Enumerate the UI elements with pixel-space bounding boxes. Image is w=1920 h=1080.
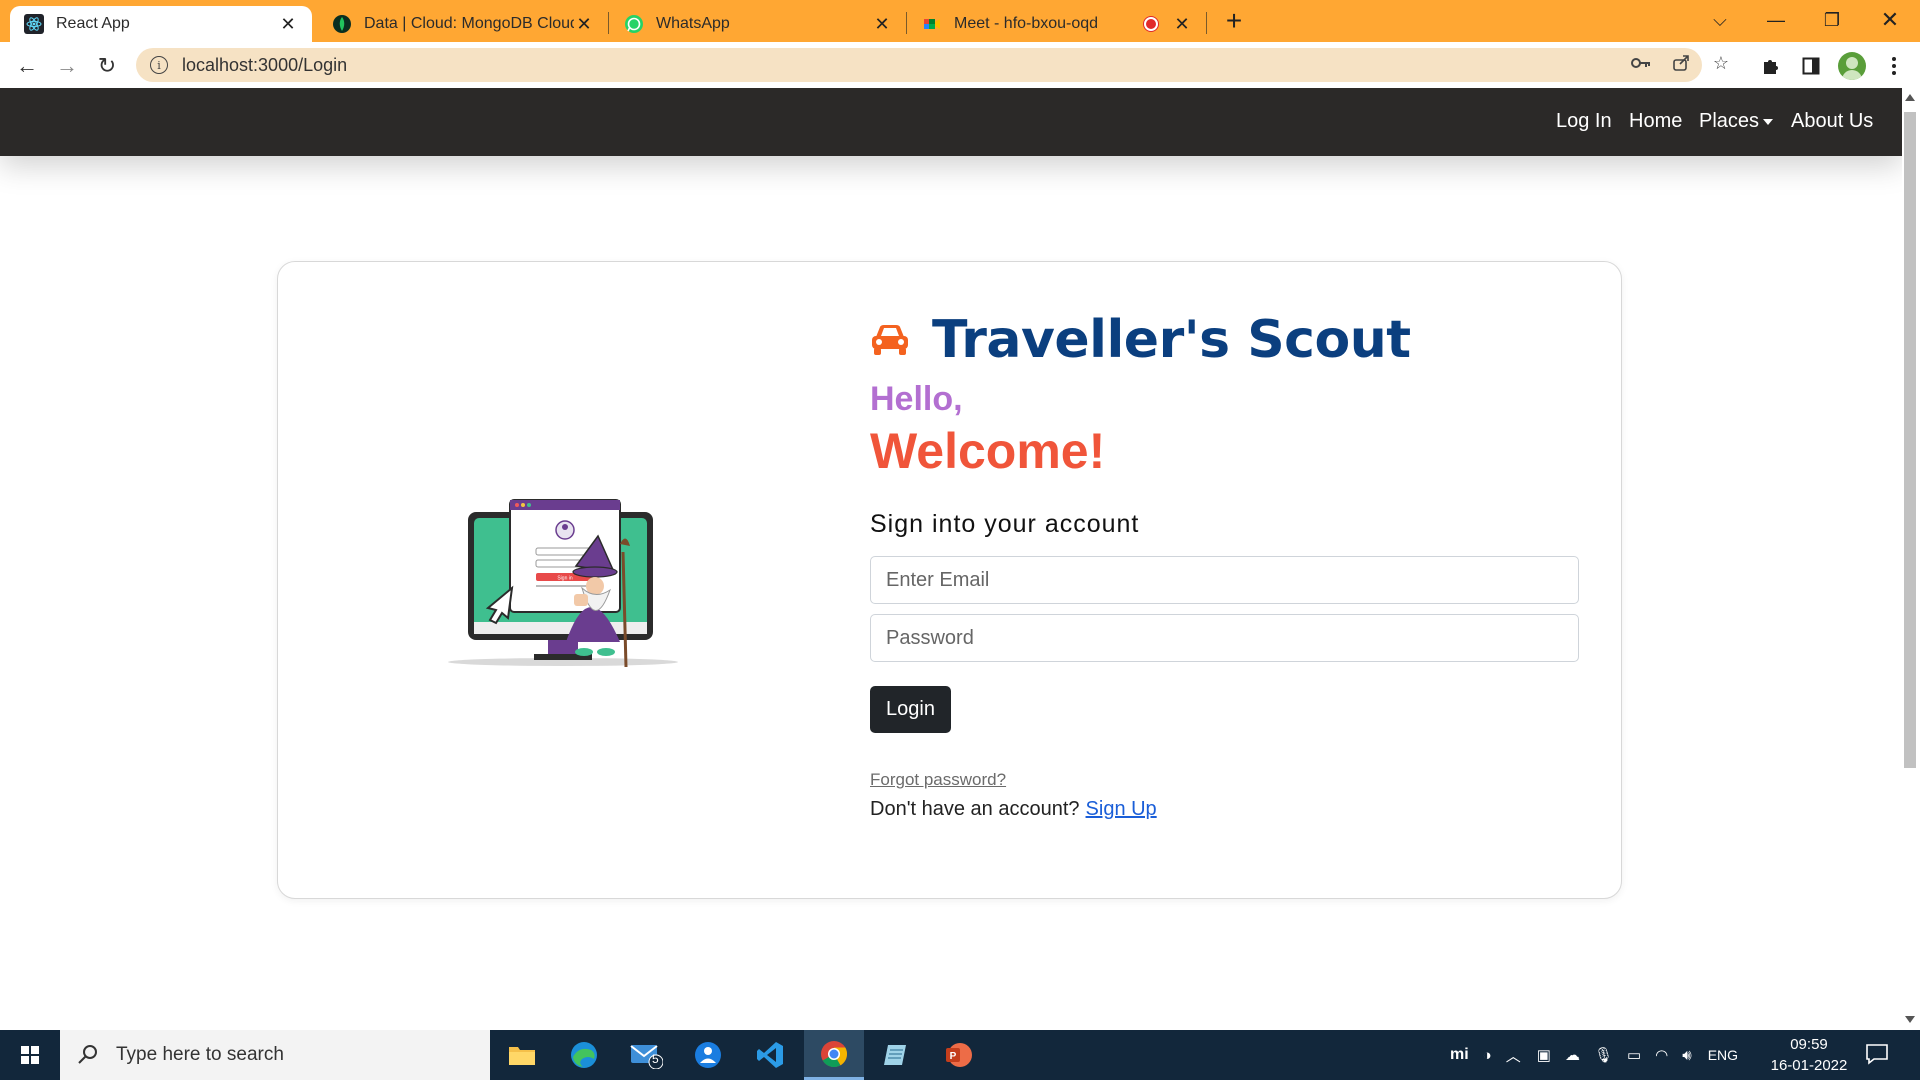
notification-center-icon[interactable] xyxy=(1864,1042,1890,1066)
clock-time: 09:59 xyxy=(1790,1036,1828,1053)
side-panel-icon[interactable] xyxy=(1796,52,1826,80)
welcome-heading: Welcome! xyxy=(870,423,1106,479)
login-card: Sign in Traveller's Scout Hello, Welcome… xyxy=(277,261,1622,899)
edge-browser-icon[interactable] xyxy=(554,1030,614,1080)
volume-icon[interactable]: 🔊︎ xyxy=(1682,1047,1691,1064)
nav-places-label: Places xyxy=(1699,110,1760,132)
battery-icon[interactable]: ▭ xyxy=(1627,1046,1641,1064)
tab-separator xyxy=(608,12,609,34)
no-account-text: Don't have an account? Sign Up xyxy=(870,798,1157,821)
recording-icon xyxy=(1144,17,1158,31)
login-illustration: Sign in xyxy=(448,499,678,667)
mi-icon[interactable]: mi xyxy=(1450,1046,1469,1064)
close-tab-icon[interactable]: ✕ xyxy=(872,14,892,34)
tab-mongodb[interactable]: Data | Cloud: MongoDB Cloud ✕ xyxy=(318,6,608,42)
tab-title: Data | Cloud: MongoDB Cloud xyxy=(364,15,574,32)
notepad-icon[interactable] xyxy=(866,1030,926,1080)
nav-places-dropdown[interactable]: Places xyxy=(1699,110,1774,133)
nav-home-link[interactable]: Home xyxy=(1629,110,1682,133)
onedrive-icon[interactable]: ☁ xyxy=(1565,1046,1580,1064)
signup-link[interactable]: Sign Up xyxy=(1086,798,1157,820)
brand-name: Traveller's Scout xyxy=(932,310,1411,370)
brand-heading: Traveller's Scout xyxy=(870,310,1411,370)
show-hidden-icons-chevron-icon[interactable]: ︿ xyxy=(1506,1045,1521,1066)
forgot-password-link[interactable]: Forgot password? xyxy=(870,770,1006,790)
login-button[interactable]: Login xyxy=(870,686,951,733)
tab-title: Meet - hfo-bxou-oqd xyxy=(954,15,1099,32)
profile-avatar[interactable] xyxy=(1838,52,1866,80)
mongodb-icon xyxy=(332,14,352,34)
site-info-icon[interactable]: i xyxy=(150,56,168,74)
app-navbar: Log In Home Places About Us xyxy=(0,88,1902,156)
search-icon xyxy=(78,1045,97,1064)
scroll-up-arrow-icon[interactable] xyxy=(1905,94,1915,101)
taskbar-search-box[interactable]: Type here to search xyxy=(60,1030,490,1080)
clock-date: 16-01-2022 xyxy=(1770,1057,1848,1074)
hello-greeting: Hello, xyxy=(870,380,963,418)
powerpoint-icon[interactable]: P xyxy=(928,1030,988,1080)
google-meet-icon xyxy=(922,14,942,34)
address-bar[interactable]: i localhost:3000/Login xyxy=(136,48,1702,82)
no-account-label: Don't have an account? xyxy=(870,798,1080,820)
url-text: localhost:3000/Login xyxy=(182,54,348,75)
system-tray: mi ◑ ︿ ▣ ☁ 🎙︎ ▭ ◠ 🔊︎ ENG xyxy=(1450,1030,1738,1080)
caret-down-icon xyxy=(1763,118,1774,125)
tab-separator xyxy=(1206,12,1207,34)
close-window-button[interactable]: ✕ xyxy=(1862,0,1918,40)
scroll-down-arrow-icon[interactable] xyxy=(1905,1016,1915,1023)
car-icon xyxy=(872,325,908,355)
taskbar-clock[interactable]: 09:59 16-01-2022 xyxy=(1764,1034,1854,1076)
email-input[interactable] xyxy=(870,556,1579,604)
illustration-signin-text: Sign in xyxy=(557,576,573,582)
meet-now-icon[interactable]: ▣ xyxy=(1537,1046,1551,1064)
scrollbar-thumb[interactable] xyxy=(1904,112,1916,768)
browser-toolbar: ← → ↻ i localhost:3000/Login ☆ xyxy=(0,42,1920,88)
browser-menu-icon[interactable] xyxy=(1884,52,1904,80)
restore-button[interactable]: ❐ xyxy=(1804,0,1860,40)
tab-separator xyxy=(906,12,907,34)
windows-start-icon[interactable] xyxy=(12,1042,48,1068)
forward-arrow-icon[interactable]: → xyxy=(52,51,82,81)
search-placeholder: Type here to search xyxy=(116,1044,284,1065)
tab-meet[interactable]: Meet - hfo-bxou-oqd ✕ xyxy=(908,6,1206,42)
browser-tabstrip: React App ✕ Data | Cloud: MongoDB Cloud … xyxy=(0,0,1920,42)
back-arrow-icon[interactable]: ← xyxy=(12,51,42,81)
minimize-button[interactable]: — xyxy=(1748,0,1804,40)
store-icon[interactable] xyxy=(678,1030,738,1080)
close-tab-icon[interactable]: ✕ xyxy=(1172,14,1192,34)
file-explorer-icon[interactable] xyxy=(492,1030,552,1080)
tab-react-app[interactable]: React App ✕ xyxy=(10,6,312,42)
nav-login-link[interactable]: Log In xyxy=(1556,110,1612,133)
chrome-icon[interactable] xyxy=(804,1030,864,1080)
tab-whatsapp[interactable]: WhatsApp ✕ xyxy=(610,6,906,42)
share-icon[interactable] xyxy=(1668,50,1694,76)
react-icon xyxy=(24,14,44,34)
reload-icon[interactable]: ↻ xyxy=(92,51,122,81)
mail-badge: 5 xyxy=(652,1052,659,1066)
wifi-icon[interactable]: ◠ xyxy=(1655,1046,1668,1064)
tab-title: React App xyxy=(56,15,130,32)
page-viewport: Log In Home Places About Us Sign in Trav… xyxy=(0,88,1902,1030)
key-icon[interactable] xyxy=(1628,50,1654,76)
microphone-icon[interactable]: 🎙︎ xyxy=(1594,1046,1613,1064)
bookmark-star-icon[interactable]: ☆ xyxy=(1708,50,1734,76)
password-input[interactable] xyxy=(870,614,1579,662)
tab-search-chevron-icon[interactable]: ⌵ xyxy=(1692,0,1748,40)
close-tab-icon[interactable]: ✕ xyxy=(278,14,298,34)
vscode-icon[interactable] xyxy=(740,1030,800,1080)
windows-taskbar: Type here to search 5 P mi ◑ ︿ ▣ ☁ 🎙︎ ▭ … xyxy=(0,1030,1920,1080)
language-indicator[interactable]: ENG xyxy=(1708,1047,1738,1063)
signin-subtitle: Sign into your account xyxy=(870,510,1140,538)
extensions-puzzle-icon[interactable] xyxy=(1756,52,1786,80)
whatsapp-icon xyxy=(624,14,644,34)
sync-icon[interactable]: ◑ xyxy=(1483,1047,1492,1064)
svg-text:P: P xyxy=(950,1051,957,1062)
tab-title: WhatsApp xyxy=(656,15,730,32)
close-tab-icon[interactable]: ✕ xyxy=(574,14,594,34)
nav-about-link[interactable]: About Us xyxy=(1791,110,1873,133)
mail-icon[interactable]: 5 xyxy=(616,1030,676,1080)
new-tab-button[interactable]: + xyxy=(1218,7,1250,36)
